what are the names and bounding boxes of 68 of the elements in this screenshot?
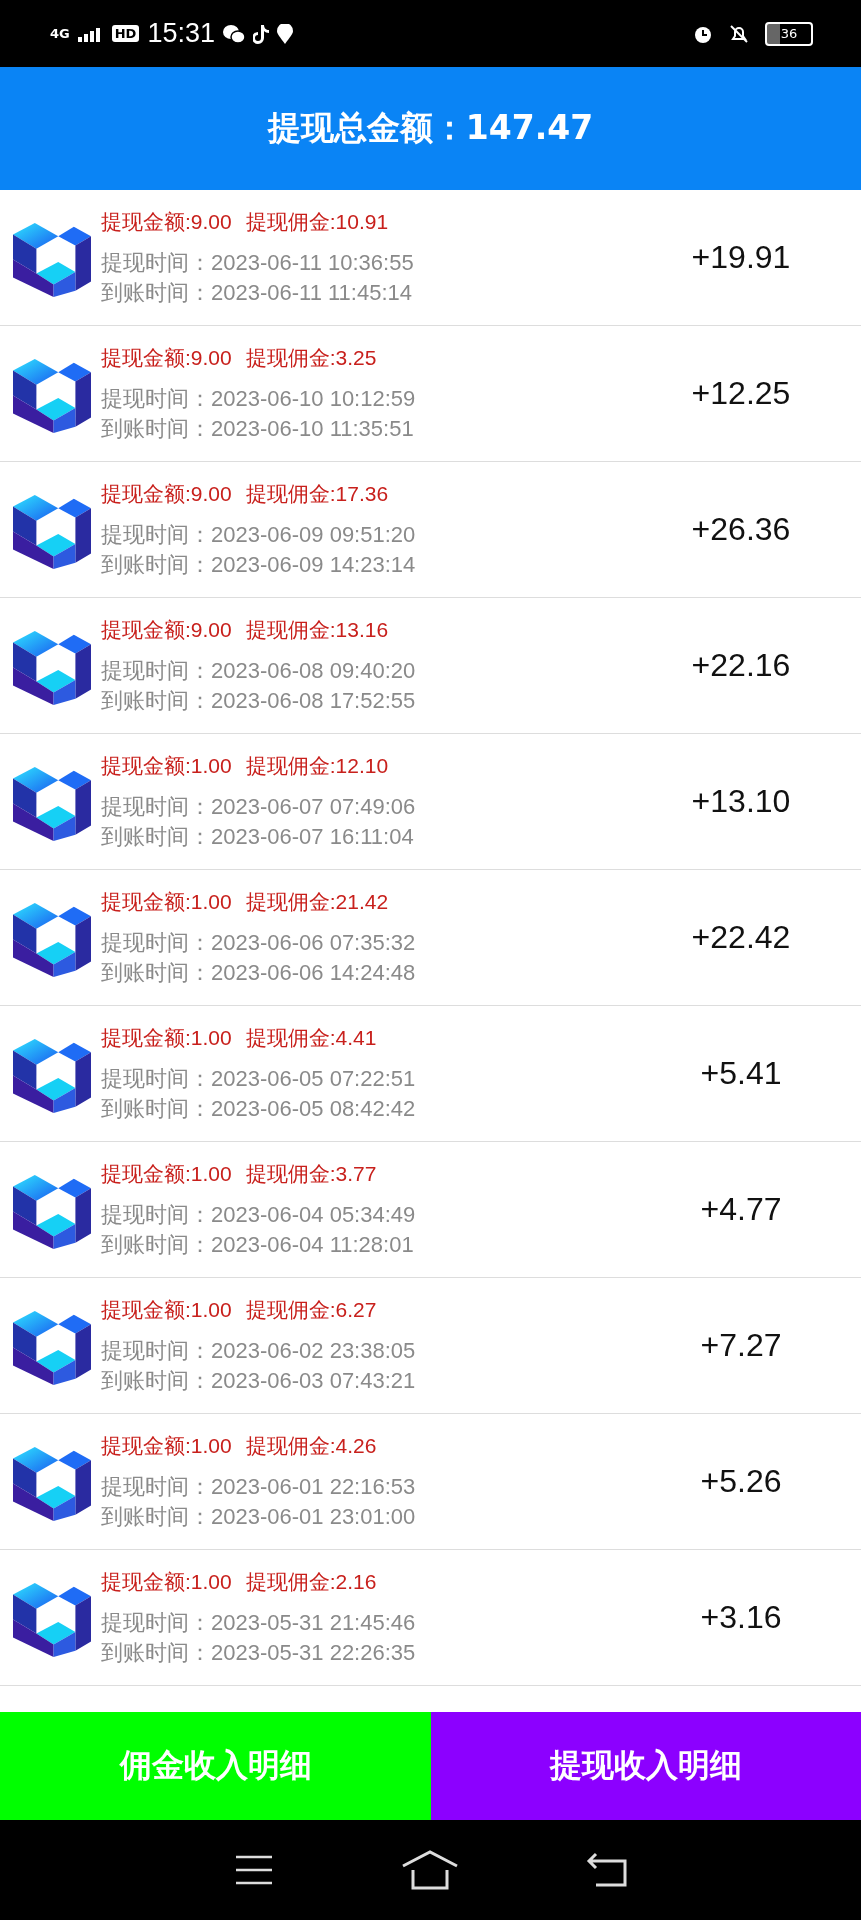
withdrawal-commission: 提现佣金:4.26: [245, 1432, 377, 1459]
total-amount: +22.42: [690, 919, 792, 956]
back-icon[interactable]: [585, 1852, 628, 1888]
total-amount: +19.91: [690, 239, 792, 276]
withdrawal-time: 提现时间：2023-06-05 07:22:51: [101, 1064, 417, 1093]
withdrawal-commission: 提现佣金:3.25: [245, 344, 377, 371]
withdrawal-amount: 提现金额:1.00: [101, 1160, 232, 1187]
music-note-icon: [252, 23, 269, 44]
withdrawal-time: 提现时间：2023-06-06 07:35:32: [101, 928, 417, 957]
withdrawal-amount: 提现金额:1.00: [101, 752, 232, 779]
battery-icon: 36: [765, 21, 813, 46]
hd-badge: HD: [111, 25, 140, 42]
total-withdrawal-title: 提现总金额：147.47: [267, 107, 594, 149]
withdrawal-commission: 提现佣金:12.10: [245, 752, 389, 779]
withdrawal-commission: 提现佣金:4.41: [245, 1024, 377, 1051]
withdrawal-amount: 提现金额:9.00: [101, 480, 232, 507]
withdrawal-time: 提现时间：2023-06-02 23:38:05: [101, 1336, 417, 1365]
withdrawal-commission: 提现佣金:21.42: [245, 888, 389, 915]
chat-icon: [222, 23, 245, 44]
home-icon[interactable]: [400, 1850, 459, 1890]
arrival-time: 到账时间：2023-06-03 07:43:21: [101, 1366, 417, 1395]
arrival-time: 到账时间：2023-06-10 11:35:51: [101, 414, 415, 443]
total-amount: +26.36: [690, 511, 792, 548]
withdrawal-time: 提现时间：2023-06-01 22:16:53: [101, 1472, 417, 1501]
withdrawal-time: 提现时间：2023-06-07 07:49:06: [101, 792, 417, 821]
withdrawal-commission: 提现佣金:3.77: [245, 1160, 377, 1187]
total-amount: +22.16: [690, 647, 792, 684]
withdrawal-amount: 提现金额:1.00: [101, 1568, 232, 1595]
arrival-time: 到账时间：2023-06-04 11:28:01: [101, 1230, 415, 1259]
total-amount: +4.77: [699, 1191, 783, 1228]
withdrawal-commission: 提现佣金:10.91: [245, 208, 389, 235]
network-label: 4G: [50, 26, 70, 41]
withdrawal-amount: 提现金额:1.00: [101, 1296, 232, 1323]
withdrawal-commission: 提现佣金:13.16: [245, 616, 389, 643]
withdrawal-commission: 提现佣金:2.16: [245, 1568, 377, 1595]
arrival-time: 到账时间：2023-06-11 11:45:14: [101, 278, 414, 307]
withdrawal-time: 提现时间：2023-06-04 05:34:49: [101, 1200, 417, 1229]
withdrawal-time: 提现时间：2023-06-10 10:12:59: [101, 384, 417, 413]
withdrawal-amount: 提现金额:1.00: [101, 888, 232, 915]
withdrawal-time: 提现时间：2023-05-31 21:45:46: [101, 1608, 417, 1637]
bell-muted-icon: [729, 23, 749, 44]
arrival-time: 到账时间：2023-06-09 14:23:14: [101, 550, 417, 579]
withdrawal-amount: 提现金额:1.00: [101, 1432, 232, 1459]
withdrawal-amount: 提现金额:1.00: [101, 1024, 232, 1051]
total-amount: +3.16: [699, 1599, 783, 1636]
tab-button[interactable]: 提现收入明细: [431, 1712, 861, 1820]
withdrawal-commission: 提现佣金:17.36: [245, 480, 389, 507]
withdrawal-amount: 提现金额:9.00: [101, 616, 232, 643]
clock-time: 15:31: [147, 18, 215, 49]
withdrawal-amount: 提现金额:9.00: [101, 344, 232, 371]
location-pin-icon: [276, 23, 293, 44]
withdrawal-time: 提现时间：2023-06-11 10:36:55: [101, 248, 415, 277]
arrival-time: 到账时间：2023-06-08 17:52:55: [101, 686, 417, 715]
total-amount: +5.41: [699, 1055, 783, 1092]
withdrawal-time: 提现时间：2023-06-09 09:51:20: [101, 520, 417, 549]
total-amount: +13.10: [690, 783, 792, 820]
arrival-time: 到账时间：2023-06-05 08:42:42: [101, 1094, 417, 1123]
arrival-time: 到账时间：2023-06-07 16:11:04: [101, 822, 415, 851]
menu-icon[interactable]: [233, 1854, 274, 1886]
total-amount: +7.27: [699, 1327, 783, 1364]
withdrawal-commission: 提现佣金:6.27: [245, 1296, 377, 1323]
withdrawal-time: 提现时间：2023-06-08 09:40:20: [101, 656, 417, 685]
arrival-time: 到账时间：2023-06-06 14:24:48: [101, 958, 417, 987]
withdrawal-amount: 提现金额:9.00: [101, 208, 232, 235]
arrival-time: 到账时间：2023-05-31 22:26:35: [101, 1638, 417, 1667]
arrival-time: 到账时间：2023-06-01 23:01:00: [101, 1502, 417, 1531]
total-amount: +5.26: [699, 1463, 783, 1500]
total-amount: +12.25: [690, 375, 792, 412]
